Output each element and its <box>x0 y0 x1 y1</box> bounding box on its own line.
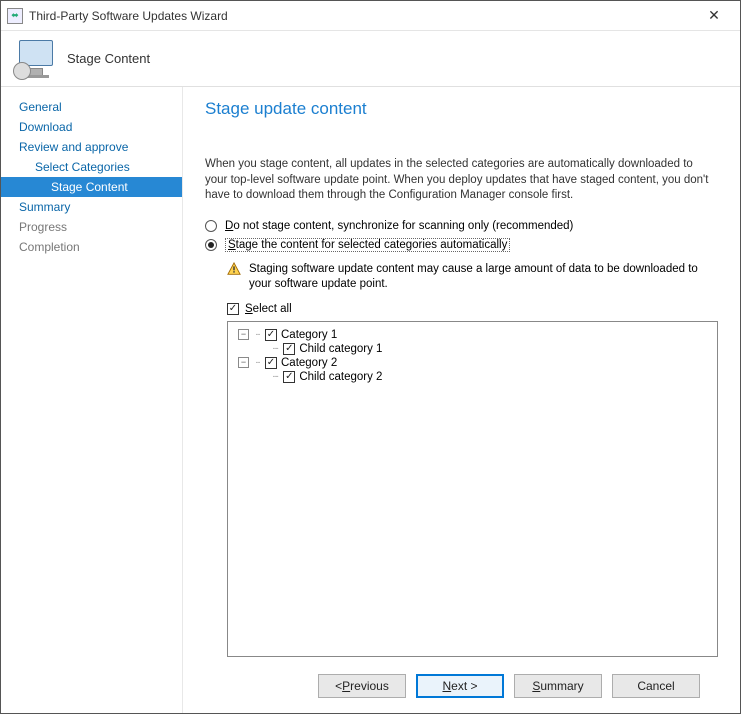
page-title: Stage update content <box>205 99 718 119</box>
sidebar-item-download[interactable]: Download <box>1 117 182 137</box>
collapse-icon[interactable]: − <box>238 329 249 340</box>
warning-icon <box>227 262 241 276</box>
warning-row: Staging software update content may caus… <box>227 262 718 293</box>
wizard-header: Stage Content <box>1 31 740 87</box>
warning-text: Staging software update content may caus… <box>249 262 718 293</box>
radio-stage-automatically[interactable]: Stage the content for selected categorie… <box>205 238 718 252</box>
cancel-button[interactable]: Cancel <box>612 674 700 698</box>
radio-icon <box>205 239 217 251</box>
tree-node-label: Category 1 <box>281 329 337 341</box>
category-tree[interactable]: − ··· ✓ Category 1 ···· ✓ Child category… <box>227 321 718 657</box>
select-all-row[interactable]: ✓ Select all <box>227 303 718 315</box>
sidebar-item-completion: Completion <box>1 237 182 257</box>
wizard-window: ⬌ Third-Party Software Updates Wizard ✕ … <box>0 0 741 714</box>
wizard-footer: < Previous Next > Summary Cancel <box>205 657 718 713</box>
sidebar-item-stage-content[interactable]: Stage Content <box>1 177 182 197</box>
monitor-icon <box>15 40 55 78</box>
app-icon: ⬌ <box>7 8 23 24</box>
sidebar-item-select-categories[interactable]: Select Categories <box>1 157 182 177</box>
wizard-main: Stage update content When you stage cont… <box>183 87 740 713</box>
tree-connector-icon: ··· <box>255 357 259 368</box>
tree-node-child-category-2[interactable]: ···· ✓ Child category 2 <box>236 370 709 384</box>
tree-connector-icon: ···· <box>272 343 277 354</box>
tree-connector-icon: ··· <box>255 329 259 340</box>
header-label: Stage Content <box>67 51 150 66</box>
tree-node-child-category-1[interactable]: ···· ✓ Child category 1 <box>236 342 709 356</box>
tree-node-label: Child category 2 <box>299 371 382 383</box>
window-title: Third-Party Software Updates Wizard <box>29 9 694 23</box>
sidebar-item-review-approve[interactable]: Review and approve <box>1 137 182 157</box>
next-button[interactable]: Next > <box>416 674 504 698</box>
tree-node-label: Child category 1 <box>299 343 382 355</box>
previous-button[interactable]: < Previous <box>318 674 406 698</box>
summary-button[interactable]: Summary <box>514 674 602 698</box>
tree-connector-icon: ···· <box>272 371 277 382</box>
sidebar-item-general[interactable]: General <box>1 97 182 117</box>
select-all-checkbox[interactable]: ✓ <box>227 303 239 315</box>
tree-node-category-1[interactable]: − ··· ✓ Category 1 <box>236 328 709 342</box>
tree-node-category-2[interactable]: − ··· ✓ Category 2 <box>236 356 709 370</box>
tree-checkbox[interactable]: ✓ <box>283 343 295 355</box>
tree-node-label: Category 2 <box>281 357 337 369</box>
collapse-icon[interactable]: − <box>238 357 249 368</box>
radio-do-not-stage[interactable]: Do not stage content, synchronize for sc… <box>205 220 718 232</box>
tree-checkbox[interactable]: ✓ <box>265 357 277 369</box>
page-description: When you stage content, all updates in t… <box>205 157 718 204</box>
sidebar-item-progress: Progress <box>1 217 182 237</box>
sidebar-item-summary[interactable]: Summary <box>1 197 182 217</box>
wizard-body: General Download Review and approve Sele… <box>1 87 740 713</box>
radio-do-not-stage-label: Do not stage content, synchronize for sc… <box>225 220 573 232</box>
close-icon[interactable]: ✕ <box>694 2 734 30</box>
radio-icon <box>205 220 217 232</box>
select-all-label: Select all <box>245 303 292 315</box>
title-bar: ⬌ Third-Party Software Updates Wizard ✕ <box>1 1 740 31</box>
radio-stage-automatically-label: Stage the content for selected categorie… <box>225 238 510 252</box>
tree-checkbox[interactable]: ✓ <box>265 329 277 341</box>
tree-checkbox[interactable]: ✓ <box>283 371 295 383</box>
wizard-sidebar: General Download Review and approve Sele… <box>1 87 183 713</box>
